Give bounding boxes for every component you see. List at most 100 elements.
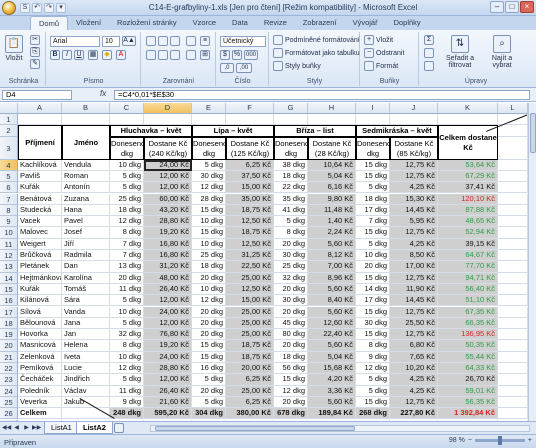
close-button[interactable]: × — [520, 1, 534, 13]
cell-doneseno-dkg[interactable]: 35 dkg — [274, 193, 308, 205]
cell-celkem-kc[interactable]: 50,35 Kč — [438, 340, 498, 352]
grid-cell[interactable] — [498, 329, 528, 341]
format-painter-icon[interactable]: ✎ — [30, 59, 40, 69]
cell-dostane-kc[interactable]: 10,64 Kč — [308, 159, 356, 171]
border-icon[interactable]: ▦ — [88, 50, 98, 60]
grid-cell[interactable] — [62, 114, 110, 126]
cell-doneseno-dkg[interactable]: 5 dkg — [110, 317, 144, 330]
cell-doneseno-dkg[interactable]: 14 dkg — [356, 283, 390, 296]
cell-dostane-kc[interactable]: 6,25 Kč — [226, 396, 274, 409]
grid-cell[interactable] — [356, 114, 390, 126]
cell-doneseno-dkg[interactable]: 10 dkg — [192, 238, 226, 250]
grid-cell[interactable] — [498, 250, 528, 262]
cell-doneseno-dkg[interactable]: 20 dkg — [356, 261, 390, 273]
cell-dostane-kc[interactable]: 12,75 Kč — [390, 170, 438, 183]
cell-doneseno-dkg[interactable]: 15 dkg — [274, 374, 308, 386]
cell-total[interactable]: 595,20 Kč — [144, 408, 192, 420]
row-header-1[interactable]: 1 — [0, 114, 18, 126]
thousands-icon[interactable]: 000 — [244, 50, 258, 60]
column-header-k[interactable]: K — [438, 103, 498, 114]
cell-dostane-kc[interactable]: 7,65 Kč — [390, 351, 438, 363]
cell-doneseno-dkg[interactable]: 10 dkg — [192, 216, 226, 228]
copy-icon[interactable]: ⎘ — [30, 47, 40, 57]
cell-total[interactable]: 304 dkg — [192, 408, 226, 420]
cell-dostane-kc[interactable]: 12,00 Kč — [144, 374, 192, 386]
cell-doneseno-dkg[interactable]: 13 dkg — [110, 261, 144, 273]
grid-cell[interactable] — [498, 170, 528, 183]
row-header-7[interactable]: 7 — [0, 193, 18, 205]
cell-jmeno[interactable]: Pavel — [62, 216, 110, 228]
grid-cell[interactable] — [498, 374, 528, 386]
grid-cell[interactable] — [498, 136, 528, 160]
cell-doneseno-dkg[interactable]: 5 dkg — [192, 159, 226, 171]
font-color-icon[interactable]: A — [116, 50, 126, 60]
cell-dostane-kc[interactable]: 60,00 Kč — [144, 193, 192, 205]
cell-celkem-kc[interactable]: 55,44 Kč — [438, 351, 498, 363]
row-header-2[interactable]: 2 — [0, 125, 18, 137]
row-header-20[interactable]: 20 — [0, 340, 18, 352]
grid-cell[interactable] — [308, 114, 356, 126]
cell-doneseno-dkg[interactable]: 41 dkg — [274, 204, 308, 217]
cell-total[interactable]: 227,80 Kč — [390, 408, 438, 420]
cell-jmeno[interactable]: Helena — [62, 340, 110, 352]
sheet-tab-lista1[interactable]: ListA1 — [44, 422, 79, 434]
cell-doneseno-dkg[interactable]: 12 dkg — [356, 363, 390, 375]
row-header-23[interactable]: 23 — [0, 374, 18, 386]
grid-cell[interactable] — [274, 114, 308, 126]
cell-celkem-kc[interactable]: 77,70 Kč — [438, 261, 498, 273]
zoom-out-button[interactable]: − — [468, 437, 472, 444]
column-header-f[interactable]: F — [226, 103, 274, 114]
cell-doneseno-dkg[interactable]: 32 dkg — [110, 329, 144, 341]
cell-doneseno-dkg[interactable]: 15 dkg — [356, 329, 390, 341]
cell-dostane-kc[interactable]: 12,00 Kč — [144, 317, 192, 330]
selected-cell-d4[interactable]: 24,00 Kč — [144, 159, 192, 171]
horizontal-scrollbar[interactable] — [150, 425, 530, 432]
cell-doneseno-dkg[interactable]: 18 dkg — [274, 351, 308, 363]
cell-doneseno-dkg[interactable]: 5 dkg — [192, 396, 226, 409]
cell-dostane-kc[interactable]: 25,00 Kč — [226, 317, 274, 330]
grid-cell[interactable] — [498, 340, 528, 352]
cell-prijmeni[interactable]: Benátová — [18, 193, 62, 205]
row-header-17[interactable]: 17 — [0, 306, 18, 318]
row-header-13[interactable]: 13 — [0, 261, 18, 273]
cell-doneseno-dkg[interactable]: 20 dkg — [192, 306, 226, 318]
cell-doneseno-dkg[interactable]: 15 dkg — [356, 272, 390, 284]
cell-doneseno-dkg[interactable]: 45 dkg — [274, 317, 308, 330]
cell-grand-total[interactable]: 1 392,84 Kč — [438, 408, 498, 420]
row-header-26[interactable]: 26 — [0, 408, 18, 420]
fx-icon[interactable]: fx — [100, 89, 106, 98]
column-header-h[interactable]: H — [308, 103, 356, 114]
cell-doneseno-dkg[interactable]: 10 dkg — [192, 283, 226, 296]
cell-doneseno-dkg[interactable]: 5 dkg — [356, 182, 390, 194]
cell-dostane-kc[interactable]: 31,20 Kč — [144, 261, 192, 273]
cell-prijmeni[interactable]: Hejtmánková — [18, 272, 62, 284]
cell-dostane-kc[interactable]: 20,00 Kč — [226, 363, 274, 375]
paste-button[interactable]: 📋 Vložit — [5, 35, 23, 62]
conditional-formatting-button[interactable]: Podmíněné formátování — [273, 35, 360, 45]
italic-icon[interactable]: I — [62, 50, 72, 60]
cell-dostane-kc[interactable]: 25,00 Kč — [226, 306, 274, 318]
cell-doneseno-dkg[interactable]: 12 dkg — [110, 363, 144, 375]
row-header-18[interactable]: 18 — [0, 317, 18, 330]
cell-dostane-kc[interactable]: 12,60 Kč — [308, 317, 356, 330]
cell-dostane-kc[interactable]: 76,80 Kč — [144, 329, 192, 341]
tab-developer[interactable]: Vývojář — [345, 16, 386, 30]
next-sheet-icon[interactable]: ▶ — [22, 424, 31, 433]
orientation-icon[interactable] — [186, 36, 196, 46]
grid-cell[interactable] — [498, 159, 528, 171]
horizontal-scroll-thumb[interactable] — [155, 426, 355, 431]
row-header-25[interactable]: 25 — [0, 396, 18, 409]
cell-doneseno-dkg[interactable]: 20 dkg — [274, 306, 308, 318]
cell-doneseno-dkg[interactable]: 16 dkg — [192, 363, 226, 375]
cell-dostane-kc[interactable]: 48,00 Kč — [144, 272, 192, 284]
cell-total[interactable]: 189,84 Kč — [308, 408, 356, 420]
cell-dostane-kc[interactable]: 12,75 Kč — [390, 227, 438, 239]
cell-dostane-kc[interactable]: 4,25 Kč — [390, 374, 438, 386]
cell-dostane-kc[interactable]: 25,50 Kč — [390, 317, 438, 330]
sort-filter-button[interactable]: ⇅ Seřadit a filtrovat — [440, 35, 480, 69]
cell-celkem-kc[interactable]: 136,95 Kč — [438, 329, 498, 341]
insert-sheet-icon[interactable] — [114, 423, 124, 433]
cell-doneseno-dkg[interactable]: 9 dkg — [110, 396, 144, 409]
cell-total[interactable]: 248 dkg — [110, 408, 144, 420]
bold-icon[interactable]: B — [50, 50, 60, 60]
